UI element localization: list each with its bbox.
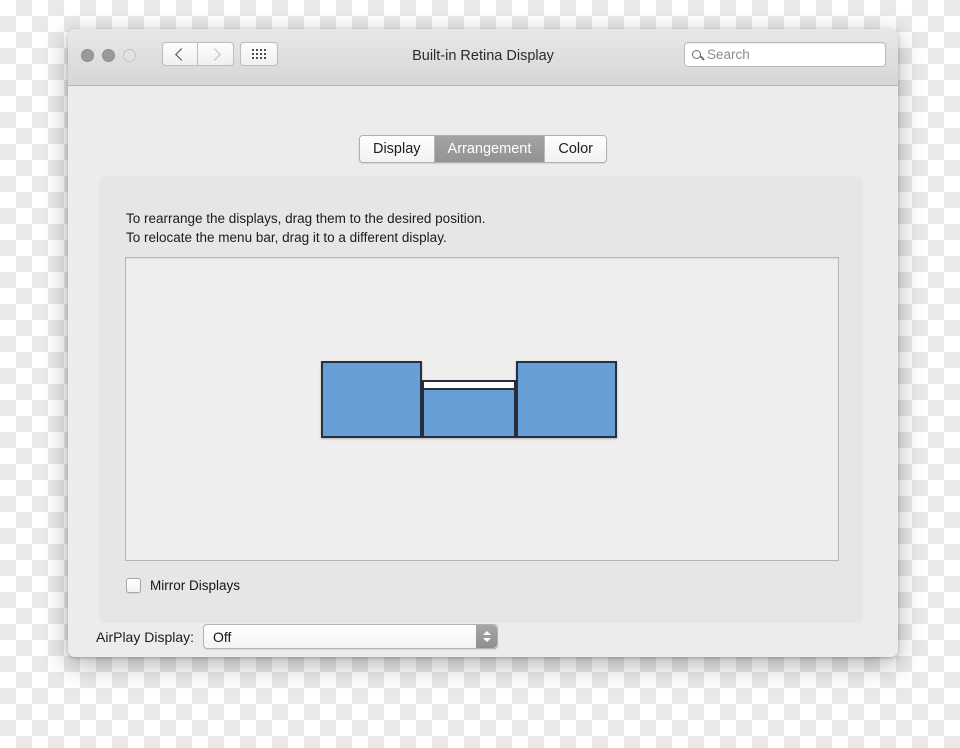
airplay-display-value: Off <box>213 628 232 645</box>
menu-bar-strip[interactable] <box>424 382 514 390</box>
display-rect-left[interactable] <box>321 361 422 438</box>
airplay-display-row: AirPlay Display: Off <box>96 624 499 649</box>
window-body: Display Arrangement Color To rearrange t… <box>68 86 898 657</box>
display-rect-right[interactable] <box>516 361 617 438</box>
instructions-text: To rearrange the displays, drag them to … <box>126 209 485 247</box>
arrangement-canvas[interactable] <box>125 257 839 561</box>
airplay-display-select[interactable]: Off <box>203 624 499 649</box>
mirror-displays-label: Mirror Displays <box>150 578 241 593</box>
search-input[interactable]: Search <box>707 47 750 62</box>
mirror-displays-row[interactable]: Mirror Displays <box>126 578 240 593</box>
instruction-line-2: To relocate the menu bar, drag it to a d… <box>126 230 447 245</box>
tab-display[interactable]: Display <box>359 136 435 162</box>
display-rect-center[interactable] <box>422 380 516 438</box>
airplay-display-label: AirPlay Display: <box>96 628 195 645</box>
chevron-updown-icon[interactable] <box>476 625 498 648</box>
search-icon <box>692 50 701 59</box>
preferences-window: Built-in Retina Display Search Display A… <box>68 29 898 657</box>
tab-bar: Display Arrangement Color <box>358 135 608 163</box>
window-titlebar: Built-in Retina Display Search <box>68 29 898 86</box>
content-panel: To rearrange the displays, drag them to … <box>99 176 863 623</box>
search-field[interactable]: Search <box>684 42 886 67</box>
tab-color[interactable]: Color <box>545 136 607 162</box>
mirror-displays-checkbox[interactable] <box>126 578 141 593</box>
instruction-line-1: To rearrange the displays, drag them to … <box>126 211 486 226</box>
tab-arrangement[interactable]: Arrangement <box>434 136 546 162</box>
